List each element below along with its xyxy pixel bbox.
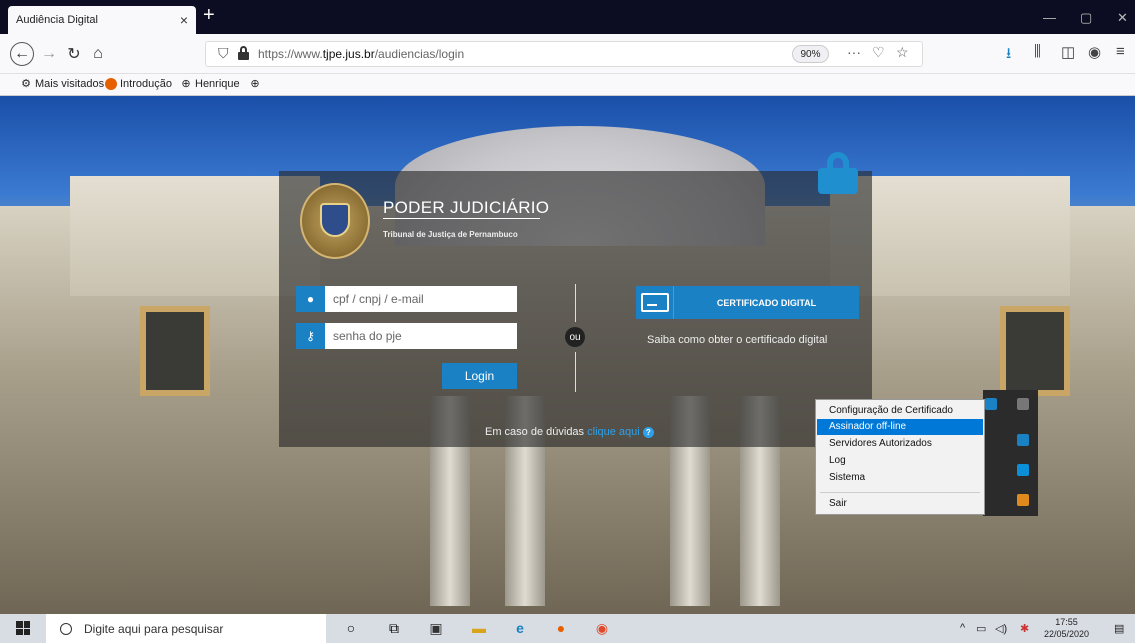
menu-item-sistema[interactable]: Sistema <box>817 470 983 486</box>
onedrive-icon[interactable] <box>1017 434 1029 446</box>
url-text: https://www.tjpe.jus.br/audiencias/login <box>258 47 465 61</box>
screen: { "browser": { "tab_title": "Audiência D… <box>0 0 1135 643</box>
new-tab-button[interactable]: + <box>203 5 215 25</box>
clock[interactable]: 17:55 22/05/2020 <box>1044 616 1089 640</box>
task-view-icon[interactable]: ⧉ <box>386 620 402 636</box>
app-tray-icon[interactable] <box>1017 398 1029 410</box>
menu-item-servidores-autorizados[interactable]: Servidores Autorizados <box>817 436 983 452</box>
header-title: PODER JUDICIÁRIO <box>383 198 550 217</box>
menu-item-sair[interactable]: Sair <box>817 496 983 512</box>
certificate-button-label: CERTIFICADO DIGITAL <box>716 297 817 308</box>
clock-time: 17:55 <box>1055 617 1078 627</box>
sidebar-icon[interactable]: ◫ <box>1061 43 1075 61</box>
menu-icon[interactable]: ≡ <box>1116 43 1125 60</box>
header-subtitle: Tribunal de Justiça de Pernambuco <box>383 230 518 239</box>
help-line: Em caso de dúvidas clique aqui ? <box>485 426 654 438</box>
navigation-bar: ← → ↻ ⌂ ⛉ https://www.tjpe.jus.br/audien… <box>0 34 1135 74</box>
chrome-icon[interactable]: ◉ <box>594 620 610 636</box>
key-icon: ⚷ <box>296 323 325 349</box>
close-tab-icon[interactable]: × <box>180 12 188 28</box>
skype-icon[interactable] <box>1017 464 1029 476</box>
divider-bottom <box>575 352 576 392</box>
bookmark-introducao[interactable]: Introdução <box>105 78 172 90</box>
lock-icon[interactable] <box>238 46 249 60</box>
context-menu: Configuração de Certificado Assinador of… <box>815 399 985 515</box>
firefox-icon[interactable]: ● <box>553 620 569 636</box>
close-window-icon[interactable]: ✕ <box>1117 10 1128 26</box>
tray-flyout <box>983 390 1038 516</box>
file-explorer-icon[interactable]: ▬ <box>471 620 487 636</box>
court-seal-logo <box>300 183 370 259</box>
user-field: ● <box>296 286 517 312</box>
network-icon[interactable]: ▭ <box>976 622 986 635</box>
home-icon[interactable]: ⌂ <box>86 42 110 66</box>
menu-separator <box>820 492 980 493</box>
building-window-left <box>140 306 210 396</box>
notifications-icon[interactable]: ▤ <box>1114 622 1124 635</box>
library-icon[interactable]: ⫼ <box>1034 43 1041 60</box>
login-button[interactable]: Login <box>442 363 517 389</box>
clock-date: 22/05/2020 <box>1044 629 1090 639</box>
forward-icon[interactable]: → <box>37 42 61 66</box>
password-input[interactable] <box>325 323 517 349</box>
reload-icon[interactable]: ↻ <box>62 42 86 66</box>
help-question-icon[interactable]: ? <box>642 427 654 438</box>
taskbar-search-box[interactable]: Digite aqui para pesquisar <box>46 614 326 643</box>
windows-start-icon[interactable] <box>16 621 30 635</box>
globe-icon: ⊕ <box>181 78 191 90</box>
taskbar: Digite aqui para pesquisar ○ ⧉ ▣ ▬ e ● ◉… <box>0 614 1135 643</box>
bookmark-henrique[interactable]: ⊕ Henrique <box>180 78 239 90</box>
bookmarks-bar: ⚙ Mais visitados Introdução ⊕ Henrique ⊕ <box>0 74 1135 96</box>
card-icon <box>636 286 674 319</box>
app-tray-icon[interactable] <box>1017 494 1029 506</box>
bookmark-mais-visitados[interactable]: ⚙ Mais visitados <box>20 78 104 90</box>
password-field: ⚷ <box>296 323 517 349</box>
or-label: ou <box>565 327 585 347</box>
volume-icon[interactable]: ◁) <box>995 622 1007 635</box>
back-icon[interactable]: ← <box>10 42 34 66</box>
minimize-icon[interactable]: — <box>1043 10 1056 25</box>
header-divider <box>383 218 540 219</box>
download-icon[interactable]: ⭳ <box>1006 43 1011 68</box>
cortana-icon[interactable]: ○ <box>343 620 359 636</box>
tab-title: Audiência Digital <box>16 14 98 26</box>
bluetooth-icon[interactable] <box>985 398 997 410</box>
tracking-shield-icon[interactable]: ⛉ <box>218 45 229 62</box>
store-icon[interactable]: ▣ <box>428 620 444 636</box>
user-input[interactable] <box>325 286 517 312</box>
search-icon <box>60 622 72 635</box>
account-icon[interactable]: ◉ <box>1088 43 1101 61</box>
page-actions-icon[interactable]: ··· <box>847 44 861 60</box>
gear-icon: ⚙ <box>21 78 31 90</box>
browser-tab-bar: Audiência Digital × + — ▢ ✕ <box>0 0 1135 34</box>
firefox-icon <box>105 78 117 90</box>
edge-icon[interactable]: e <box>512 620 528 636</box>
bookmark-unnamed[interactable]: ⊕ <box>249 78 261 90</box>
url-bar[interactable]: ⛉ https://www.tjpe.jus.br/audiencias/log… <box>205 41 923 67</box>
user-icon: ● <box>296 286 325 312</box>
pocket-icon[interactable]: ♡ <box>872 44 885 61</box>
certificate-help-link[interactable]: Saiba como obter o certificado digital <box>647 334 827 346</box>
maximize-icon[interactable]: ▢ <box>1080 10 1092 26</box>
divider-top <box>575 284 576 322</box>
tab-audiencia-digital[interactable]: Audiência Digital × <box>8 6 196 34</box>
menu-item-configuracao-certificado[interactable]: Configuração de Certificado <box>817 403 983 419</box>
bookmark-star-icon[interactable]: ☆ <box>896 44 909 61</box>
zoom-badge[interactable]: 90% <box>792 45 829 63</box>
taskbar-search-placeholder: Digite aqui para pesquisar <box>84 621 224 636</box>
menu-item-assinador-offline[interactable]: Assinador off-line <box>817 419 983 435</box>
help-link[interactable]: clique aqui <box>587 426 640 438</box>
lock-icon <box>818 152 858 194</box>
menu-item-log[interactable]: Log <box>817 453 983 469</box>
globe-icon: ⊕ <box>250 78 260 90</box>
app-tray-icon[interactable]: ✱ <box>1020 622 1029 635</box>
show-hidden-icons-icon[interactable]: ^ <box>960 622 965 634</box>
building-window-right <box>1000 306 1070 396</box>
certificate-button[interactable]: CERTIFICADO DIGITAL <box>636 286 859 319</box>
